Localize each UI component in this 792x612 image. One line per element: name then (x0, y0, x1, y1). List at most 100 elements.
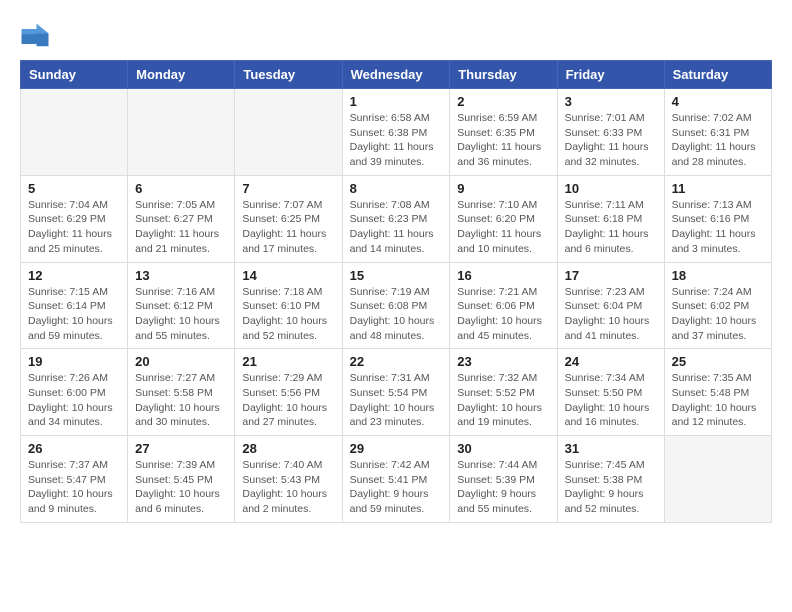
day-number: 12 (28, 268, 120, 283)
day-info: Sunrise: 7:01 AM Sunset: 6:33 PM Dayligh… (565, 111, 657, 170)
day-number: 1 (350, 94, 443, 109)
week-row-2: 5 Sunrise: 7:04 AM Sunset: 6:29 PM Daylig… (21, 175, 772, 262)
day-info: Sunrise: 7:23 AM Sunset: 6:04 PM Dayligh… (565, 285, 657, 344)
calendar-cell: 1 Sunrise: 6:58 AM Sunset: 6:38 PM Daylig… (342, 89, 450, 176)
calendar-cell: 31 Sunrise: 7:45 AM Sunset: 5:38 PM Dayli… (557, 436, 664, 523)
calendar-cell: 15 Sunrise: 7:19 AM Sunset: 6:08 PM Dayli… (342, 262, 450, 349)
day-number: 26 (28, 441, 120, 456)
day-number: 5 (28, 181, 120, 196)
day-info: Sunrise: 6:59 AM Sunset: 6:35 PM Dayligh… (457, 111, 549, 170)
calendar-cell: 28Sunrise: 7:40 AM Sunset: 5:43 PM Dayli… (235, 436, 342, 523)
day-number: 29 (350, 441, 443, 456)
logo (20, 20, 54, 50)
calendar-cell: 4Sunrise: 7:02 AM Sunset: 6:31 PM Daylig… (664, 89, 771, 176)
calendar-cell: 3 Sunrise: 7:01 AM Sunset: 6:33 PM Daylig… (557, 89, 664, 176)
day-number: 24 (565, 354, 657, 369)
day-number: 10 (565, 181, 657, 196)
day-info: Sunrise: 7:19 AM Sunset: 6:08 PM Dayligh… (350, 285, 443, 344)
calendar-cell (235, 89, 342, 176)
day-header-tuesday: Tuesday (235, 61, 342, 89)
day-info: Sunrise: 7:34 AM Sunset: 5:50 PM Dayligh… (565, 371, 657, 430)
day-number: 11 (672, 181, 764, 196)
day-info: Sunrise: 7:04 AM Sunset: 6:29 PM Dayligh… (28, 198, 120, 257)
calendar-cell: 16 Sunrise: 7:21 AM Sunset: 6:06 PM Dayli… (450, 262, 557, 349)
day-info: Sunrise: 7:42 AM Sunset: 5:41 PM Dayligh… (350, 458, 443, 517)
day-info: Sunrise: 7:07 AM Sunset: 6:25 PM Dayligh… (242, 198, 334, 257)
day-number: 3 (565, 94, 657, 109)
calendar-cell: 29 Sunrise: 7:42 AM Sunset: 5:41 PM Dayli… (342, 436, 450, 523)
calendar-cell: 25Sunrise: 7:35 AM Sunset: 5:48 PM Dayli… (664, 349, 771, 436)
day-info: Sunrise: 7:32 AM Sunset: 5:52 PM Dayligh… (457, 371, 549, 430)
calendar-cell: 14 Sunrise: 7:18 AM Sunset: 6:10 PM Dayli… (235, 262, 342, 349)
calendar-cell: 22 Sunrise: 7:31 AM Sunset: 5:54 PM Dayli… (342, 349, 450, 436)
calendar-cell: 11 Sunrise: 7:13 AM Sunset: 6:16 PM Dayli… (664, 175, 771, 262)
day-info: Sunrise: 7:18 AM Sunset: 6:10 PM Dayligh… (242, 285, 334, 344)
day-info: Sunrise: 7:45 AM Sunset: 5:38 PM Dayligh… (565, 458, 657, 517)
day-info: Sunrise: 7:16 AM Sunset: 6:12 PM Dayligh… (135, 285, 227, 344)
days-header-row: SundayMondayTuesdayWednesdayThursdayFrid… (21, 61, 772, 89)
calendar-cell: 24 Sunrise: 7:34 AM Sunset: 5:50 PM Dayli… (557, 349, 664, 436)
day-info: Sunrise: 7:21 AM Sunset: 6:06 PM Dayligh… (457, 285, 549, 344)
day-number: 17 (565, 268, 657, 283)
day-info: Sunrise: 7:26 AM Sunset: 6:00 PM Dayligh… (28, 371, 120, 430)
calendar-cell: 26 Sunrise: 7:37 AM Sunset: 5:47 PM Dayli… (21, 436, 128, 523)
day-info: Sunrise: 7:35 AM Sunset: 5:48 PM Dayligh… (672, 371, 764, 430)
calendar-cell: 13 Sunrise: 7:16 AM Sunset: 6:12 PM Dayli… (128, 262, 235, 349)
day-number: 16 (457, 268, 549, 283)
day-info: Sunrise: 7:10 AM Sunset: 6:20 PM Dayligh… (457, 198, 549, 257)
day-info: Sunrise: 7:13 AM Sunset: 6:16 PM Dayligh… (672, 198, 764, 257)
day-info: Sunrise: 7:27 AM Sunset: 5:58 PM Dayligh… (135, 371, 227, 430)
day-number: 19 (28, 354, 120, 369)
day-header-saturday: Saturday (664, 61, 771, 89)
day-number: 28 (242, 441, 334, 456)
day-number: 14 (242, 268, 334, 283)
day-number: 6 (135, 181, 227, 196)
day-info: Sunrise: 7:11 AM Sunset: 6:18 PM Dayligh… (565, 198, 657, 257)
day-info: Sunrise: 7:37 AM Sunset: 5:47 PM Dayligh… (28, 458, 120, 517)
day-header-friday: Friday (557, 61, 664, 89)
calendar-cell: 9 Sunrise: 7:10 AM Sunset: 6:20 PM Daylig… (450, 175, 557, 262)
day-number: 31 (565, 441, 657, 456)
calendar-cell: 27Sunrise: 7:39 AM Sunset: 5:45 PM Dayli… (128, 436, 235, 523)
day-info: Sunrise: 7:44 AM Sunset: 5:39 PM Dayligh… (457, 458, 549, 517)
day-number: 13 (135, 268, 227, 283)
calendar-cell: 21 Sunrise: 7:29 AM Sunset: 5:56 PM Dayli… (235, 349, 342, 436)
week-row-4: 19 Sunrise: 7:26 AM Sunset: 6:00 PM Dayli… (21, 349, 772, 436)
day-number: 21 (242, 354, 334, 369)
calendar-cell: 12 Sunrise: 7:15 AM Sunset: 6:14 PM Dayli… (21, 262, 128, 349)
day-info: Sunrise: 6:58 AM Sunset: 6:38 PM Dayligh… (350, 111, 443, 170)
day-number: 2 (457, 94, 549, 109)
calendar-cell (664, 436, 771, 523)
day-number: 23 (457, 354, 549, 369)
calendar-cell: 19 Sunrise: 7:26 AM Sunset: 6:00 PM Dayli… (21, 349, 128, 436)
page-header (20, 20, 772, 50)
day-number: 7 (242, 181, 334, 196)
calendar-cell: 2 Sunrise: 6:59 AM Sunset: 6:35 PM Daylig… (450, 89, 557, 176)
calendar-cell (128, 89, 235, 176)
week-row-5: 26 Sunrise: 7:37 AM Sunset: 5:47 PM Dayli… (21, 436, 772, 523)
day-header-sunday: Sunday (21, 61, 128, 89)
calendar-cell: 30 Sunrise: 7:44 AM Sunset: 5:39 PM Dayli… (450, 436, 557, 523)
calendar-cell (21, 89, 128, 176)
day-number: 27 (135, 441, 227, 456)
day-info: Sunrise: 7:29 AM Sunset: 5:56 PM Dayligh… (242, 371, 334, 430)
week-row-3: 12 Sunrise: 7:15 AM Sunset: 6:14 PM Dayli… (21, 262, 772, 349)
calendar-table: SundayMondayTuesdayWednesdayThursdayFrid… (20, 60, 772, 523)
calendar-cell: 6Sunrise: 7:05 AM Sunset: 6:27 PM Daylig… (128, 175, 235, 262)
day-number: 30 (457, 441, 549, 456)
day-info: Sunrise: 7:15 AM Sunset: 6:14 PM Dayligh… (28, 285, 120, 344)
day-number: 9 (457, 181, 549, 196)
day-number: 4 (672, 94, 764, 109)
day-number: 20 (135, 354, 227, 369)
day-number: 15 (350, 268, 443, 283)
week-row-1: 1 Sunrise: 6:58 AM Sunset: 6:38 PM Daylig… (21, 89, 772, 176)
day-info: Sunrise: 7:31 AM Sunset: 5:54 PM Dayligh… (350, 371, 443, 430)
day-header-wednesday: Wednesday (342, 61, 450, 89)
calendar-cell: 8Sunrise: 7:08 AM Sunset: 6:23 PM Daylig… (342, 175, 450, 262)
calendar-cell: 5 Sunrise: 7:04 AM Sunset: 6:29 PM Daylig… (21, 175, 128, 262)
day-number: 22 (350, 354, 443, 369)
day-info: Sunrise: 7:08 AM Sunset: 6:23 PM Dayligh… (350, 198, 443, 257)
calendar-cell: 17 Sunrise: 7:23 AM Sunset: 6:04 PM Dayli… (557, 262, 664, 349)
calendar-cell: 7 Sunrise: 7:07 AM Sunset: 6:25 PM Daylig… (235, 175, 342, 262)
day-info: Sunrise: 7:24 AM Sunset: 6:02 PM Dayligh… (672, 285, 764, 344)
